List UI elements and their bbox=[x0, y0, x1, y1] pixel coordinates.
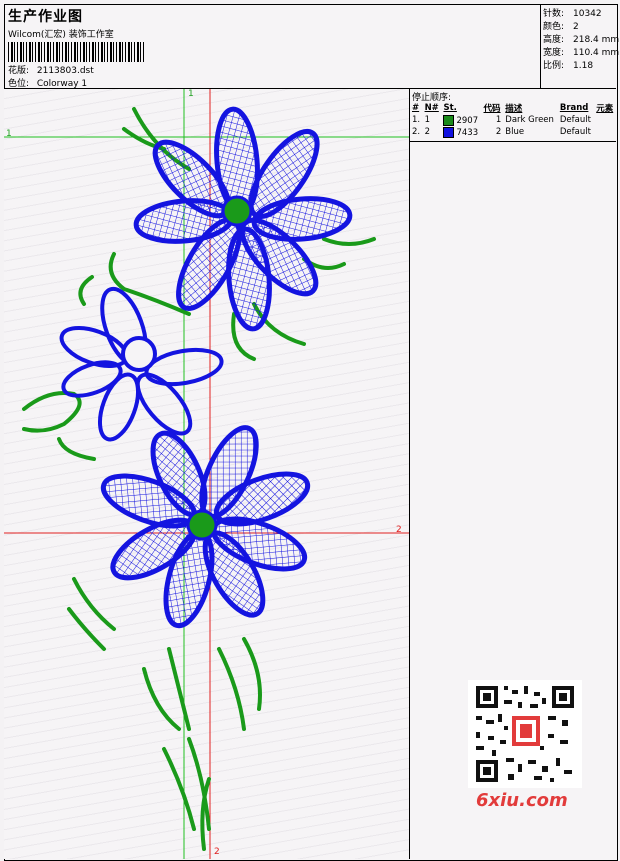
row-st-value: 2907 bbox=[456, 115, 479, 126]
row-desc: Blue bbox=[505, 127, 525, 137]
stitch-count-label: 针数: bbox=[543, 9, 565, 19]
stats-panel: 针数: 10342 颜色: 2 高度: 218.4 mm 宽度: 110.4 mm 比例… bbox=[540, 4, 619, 89]
flower-top bbox=[133, 106, 353, 332]
design-width: 宽度: 110.4 mm bbox=[543, 45, 619, 58]
col-index: # bbox=[412, 102, 420, 113]
row-n: 2 bbox=[424, 127, 430, 137]
row-brand: Default bbox=[559, 127, 591, 137]
barcode bbox=[8, 42, 144, 62]
stitch-count-value: 10342 bbox=[573, 9, 602, 19]
header-panel: 生产作业图 Wilcom(汇宏) 装饰工作室 花版: 2113803.dst 色… bbox=[4, 4, 541, 89]
col-brand: Brand bbox=[559, 102, 589, 113]
qr-code bbox=[468, 680, 582, 788]
color-swatch bbox=[443, 126, 455, 138]
color-swatch bbox=[443, 114, 455, 126]
col-n: N# bbox=[424, 102, 439, 113]
design-scale: 比例: 1.18 bbox=[543, 58, 593, 71]
row-index: 2. bbox=[412, 127, 421, 137]
width-label: 宽度: bbox=[543, 48, 565, 58]
colorway-label: 色位: bbox=[8, 79, 30, 89]
col-element: 元素 bbox=[596, 103, 614, 114]
row-st: 2907 bbox=[441, 114, 481, 126]
divider bbox=[410, 141, 616, 142]
company-name: Wilcom(汇宏) 装饰工作室 bbox=[8, 30, 114, 40]
qr-code-graphic bbox=[468, 680, 582, 788]
height-label: 高度: bbox=[543, 35, 565, 45]
scale-value: 1.18 bbox=[573, 61, 594, 71]
row-st: 7433 bbox=[441, 126, 481, 138]
height-value: 218.4 mm bbox=[573, 35, 620, 45]
row-code: 1 bbox=[495, 115, 502, 125]
pattern-row: 花版: 2113803.dst bbox=[8, 63, 94, 76]
color-count-value: 2 bbox=[573, 22, 579, 32]
flower-bottom bbox=[100, 425, 311, 629]
color-count-label: 颜色: bbox=[543, 22, 565, 32]
marker-v2: 2 bbox=[214, 847, 220, 857]
row-st-value: 7433 bbox=[456, 127, 479, 138]
row-element bbox=[594, 114, 616, 126]
stitch-count: 针数: 10342 bbox=[543, 6, 602, 19]
width-value: 110.4 mm bbox=[573, 48, 620, 58]
row-brand: Default bbox=[559, 115, 591, 125]
col-desc: 描述 bbox=[505, 103, 523, 114]
table-header-row: # N# St. 代码 描述 Brand 元素 bbox=[410, 101, 616, 114]
embroidery-preview: 1 1 2 2 bbox=[4, 89, 410, 859]
colorway-row: 色位: Colorway 1 bbox=[8, 76, 87, 89]
pattern-value: 2113803.dst bbox=[36, 66, 94, 76]
table-row: 1. 1 2907 1 Dark Green Default bbox=[410, 114, 616, 126]
colorway-value: Colorway 1 bbox=[36, 79, 88, 89]
pattern-label: 花版: bbox=[8, 66, 30, 76]
table-row: 2. 2 7433 2 Blue Default bbox=[410, 126, 616, 138]
row-n: 1 bbox=[424, 115, 430, 125]
marker-h1: 1 bbox=[6, 129, 12, 139]
scale-label: 比例: bbox=[543, 61, 565, 71]
marker-h2: 2 bbox=[396, 525, 402, 535]
row-element bbox=[594, 126, 616, 138]
marker-v1: 1 bbox=[188, 89, 194, 99]
row-desc: Dark Green bbox=[505, 115, 554, 125]
row-index: 1. bbox=[412, 115, 421, 125]
watermark-logo: 6xiu.com bbox=[476, 790, 568, 811]
page-title: 生产作业图 bbox=[8, 9, 83, 25]
stop-sequence-table: # N# St. 代码 描述 Brand 元素 1. 1 2907 1 Dark… bbox=[410, 101, 616, 138]
col-st: St. bbox=[443, 102, 457, 113]
col-code: 代码 bbox=[483, 103, 501, 114]
color-count: 颜色: 2 bbox=[543, 19, 579, 32]
embroidery-design bbox=[4, 89, 409, 859]
row-code: 2 bbox=[495, 127, 502, 137]
design-height: 高度: 218.4 mm bbox=[543, 32, 619, 45]
